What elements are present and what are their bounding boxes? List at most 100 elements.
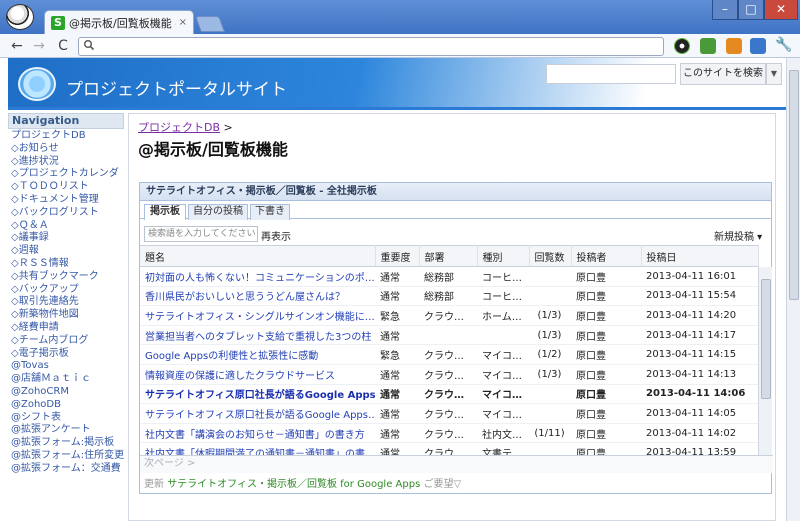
nav-link[interactable]: プロジェクトDB — [11, 130, 124, 143]
site-logo-icon[interactable] — [18, 67, 56, 101]
breadcrumb-link[interactable]: プロジェクトDB — [138, 121, 220, 134]
nav-link[interactable]: ◇バックアップ — [11, 284, 124, 297]
row-date: 2013-04-11 16:01 — [641, 266, 758, 287]
nav-link[interactable]: ◇経費申請 — [11, 322, 124, 335]
close-window-button[interactable]: ✕ — [764, 0, 798, 20]
table-row[interactable]: サテライトオフィス原口社長が語るGoogle Apps… 通常 クラウ… マイコ… 原口… — [140, 384, 758, 405]
column-header-title[interactable]: 題名 — [140, 245, 376, 267]
row-title[interactable]: サテライトオフィス原口社長が語るGoogle Apps… — [140, 384, 375, 405]
row-title[interactable]: 情報資産の保護に適したクラウドサービス — [140, 364, 375, 385]
nav-link[interactable]: @拡張フォーム:掲示板 — [11, 437, 124, 450]
table-scrollbar[interactable] — [758, 267, 772, 455]
nav-link[interactable]: ◇議事録 — [11, 232, 124, 245]
row-priority: 緊急 — [375, 344, 419, 365]
table-row[interactable]: 情報資産の保護に適したクラウドサービス 通常 クラウ… マイコ… (1/3) 原口豊 201… — [140, 364, 758, 385]
nav-link[interactable]: @拡張アンケート — [11, 424, 124, 437]
nav-link[interactable]: ◇ＴＯＤＯリスト — [11, 181, 124, 194]
extension-icon[interactable] — [750, 38, 766, 54]
next-page-link[interactable]: 次ページ > — [140, 455, 773, 473]
new-post-button[interactable]: 新規投稿 ▾ — [714, 228, 762, 243]
tab-board[interactable]: 掲示板 — [144, 204, 186, 220]
row-title[interactable]: 営業担当者へのタブレット支給で重視した3つの柱 — [140, 325, 375, 346]
site-search-button[interactable]: このサイトを検索 — [680, 63, 766, 85]
row-date: 2013-04-11 14:15 — [641, 344, 758, 365]
footer-feedback-link[interactable]: ご要望▽ — [423, 479, 461, 490]
table-row[interactable]: Google Appsの利便性と拡張性に感動 緊急 クラウ… マイコ… (1/2) 原口豊… — [140, 344, 758, 365]
column-header-author[interactable]: 投稿者 — [571, 245, 642, 267]
row-title[interactable]: 社内文書「講演会のお知らせ－通知書」の書き方 — [140, 423, 375, 444]
row-title[interactable]: サテライトオフィス・シングルサインオン機能に… — [140, 305, 375, 326]
footer-app-link[interactable]: サテライトオフィス・掲示板／回覧板 for Google Apps — [167, 479, 420, 490]
nav-link[interactable]: ◇電子掲示板 — [11, 348, 124, 361]
nav-link[interactable]: @店舗Ｍａｔｉｃ — [11, 373, 124, 386]
nav-link[interactable]: @ZohoDB — [11, 399, 124, 412]
table-row[interactable]: 営業担当者へのタブレット支給で重視した3つの柱 通常 (1/3) 原口豊 2013-04… — [140, 325, 758, 346]
nav-link[interactable]: @拡張フォーム：交通費 — [11, 463, 124, 476]
nav-link[interactable]: ◇新築物件地図 — [11, 309, 124, 322]
column-header-count[interactable]: 回覧数 — [529, 245, 572, 267]
tab-my-posts[interactable]: 自分の投稿 — [188, 204, 248, 220]
extension-icon[interactable] — [674, 38, 690, 54]
nav-link[interactable]: ◇お知らせ — [11, 143, 124, 156]
row-priority: 通常 — [375, 403, 419, 424]
site-search-input[interactable] — [546, 64, 676, 84]
address-bar[interactable] — [78, 37, 664, 56]
footer-refresh-link[interactable]: 更新 — [144, 479, 164, 490]
breadcrumb: プロジェクトDB > — [138, 119, 233, 135]
nav-link[interactable]: ◇チーム内ブログ — [11, 335, 124, 348]
nav-link[interactable]: ◇ＲＳＳ情報 — [11, 258, 124, 271]
nav-link[interactable]: @シフト表 — [11, 412, 124, 425]
page-scrollbar[interactable] — [786, 58, 800, 521]
row-author: 原口豊 — [571, 384, 641, 405]
site-title[interactable]: プロジェクトポータルサイト — [66, 75, 287, 100]
column-header-date[interactable]: 投稿日 — [641, 245, 759, 267]
column-header-dept[interactable]: 部署 — [419, 245, 478, 267]
nav-link[interactable]: ◇ドキュメント管理 — [11, 194, 124, 207]
row-title[interactable]: 社内文書「休暇期間満了の通知書－通知書」の書… — [140, 442, 375, 455]
extension-icon[interactable] — [726, 38, 742, 54]
reload-icon[interactable]: C — [54, 37, 72, 55]
table-row[interactable]: 社内文書「講演会のお知らせ－通知書」の書き方 通常 クラウ… 社内文… (1/11) 原口… — [140, 423, 758, 444]
nav-link[interactable]: @ZohoCRM — [11, 386, 124, 399]
row-title[interactable]: 香川県民がおいしいと思ううどん屋さんは？ — [140, 286, 375, 307]
table-row[interactable]: 社内文書「休暇期間満了の通知書－通知書」の書… 通常 クラウ… 文書テ… 原口豊 2013… — [140, 442, 758, 455]
row-count: (1/3) — [529, 364, 571, 385]
table-row[interactable]: 香川県民がおいしいと思ううどん屋さんは？ 通常 総務部 コーヒ… 原口豊 2013-04-… — [140, 286, 758, 307]
row-title[interactable]: Google Appsの利便性と拡張性に感動 — [140, 344, 375, 365]
forward-arrow-icon[interactable]: → — [30, 37, 48, 55]
extension-icon[interactable] — [700, 38, 716, 54]
row-kind — [477, 325, 529, 346]
back-arrow-icon[interactable]: ← — [8, 37, 26, 55]
nav-link[interactable]: ◇進捗状況 — [11, 156, 124, 169]
nav-link[interactable]: ◇共有ブックマーク — [11, 271, 124, 284]
nav-link[interactable]: ◇バックログリスト — [11, 207, 124, 220]
new-tab-button[interactable] — [195, 16, 225, 32]
column-header-kind[interactable]: 種別 — [477, 245, 530, 267]
bulletin-board-webpart: サテライトオフィス・掲示板／回覧板 - 全社掲示板 掲示板 自分の投稿 下書き … — [139, 182, 773, 494]
row-priority: 通常 — [375, 266, 419, 287]
nav-link[interactable]: ◇週報 — [11, 245, 124, 258]
wrench-icon[interactable]: 🔧 — [775, 37, 792, 53]
board-search-input[interactable]: 検索語を入力してください — [144, 226, 258, 242]
browser-tab-active[interactable]: S @掲示板/回覧板機能 - [ × — [44, 10, 194, 34]
nav-link[interactable]: ◇取引先連絡先 — [11, 296, 124, 309]
row-author: 原口豊 — [571, 305, 641, 326]
site-header: プロジェクトポータルサイト このサイトを検索 ▼ — [8, 58, 786, 110]
minimize-button[interactable]: – — [712, 0, 738, 20]
maximize-button[interactable]: □ — [738, 0, 764, 20]
nav-link[interactable]: @Tovas — [11, 360, 124, 373]
chevron-down-icon[interactable]: ▼ — [766, 63, 782, 85]
table-row[interactable]: サテライトオフィス原口社長が語るGoogle Apps… 通常 クラウ… マイコ… 原口… — [140, 403, 758, 424]
main-content: プロジェクトDB > @掲示板/回覧板機能 サテライトオフィス・掲示板／回覧板 … — [128, 113, 776, 521]
table-row[interactable]: 初対面の人も怖くない！コミュニケーションのポ… 通常 総務部 コーヒ… 原口豊 2013-… — [140, 266, 758, 287]
nav-link[interactable]: @拡張フォーム:住所変更 — [11, 450, 124, 463]
row-title[interactable]: 初対面の人も怖くない！コミュニケーションのポ… — [140, 266, 375, 287]
nav-link[interactable]: ◇プロジェクトカレンダ — [11, 168, 124, 181]
tab-close-icon[interactable]: × — [179, 17, 187, 28]
nav-link[interactable]: ◇Ｑ＆Ａ — [11, 220, 124, 233]
row-title[interactable]: サテライトオフィス原口社長が語るGoogle Apps… — [140, 403, 375, 424]
tab-drafts[interactable]: 下書き — [250, 204, 290, 220]
refresh-link[interactable]: 再表示 — [261, 228, 291, 243]
table-row[interactable]: サテライトオフィス・シングルサインオン機能に… 緊急 クラウ… ホーム… (1/3) 原口… — [140, 305, 758, 326]
column-header-priority[interactable]: 重要度 — [375, 245, 420, 267]
